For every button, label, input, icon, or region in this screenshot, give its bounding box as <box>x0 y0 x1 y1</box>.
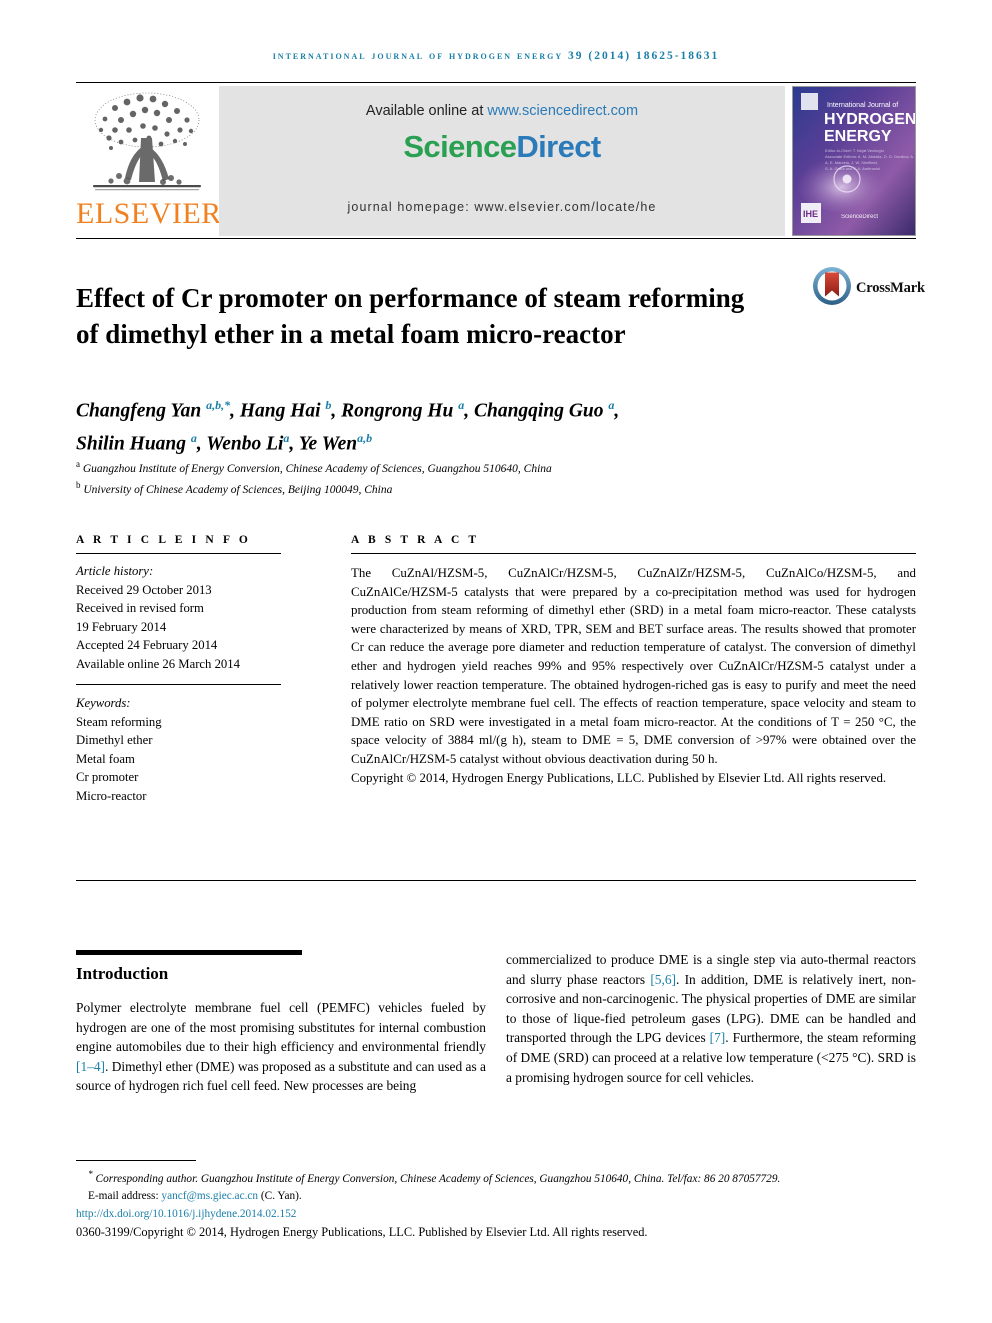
author-line-1: Changfeng Yan a,b,*, Hang Hai b, Rongron… <box>76 398 620 422</box>
introduction-right-column: commercialized to produce DME is a singl… <box>506 950 916 1087</box>
introduction-paragraph-left: Polymer electrolyte membrane fuel cell (… <box>76 1000 486 1094</box>
svg-text:IHE: IHE <box>803 209 818 219</box>
article-history-label: Article history: <box>76 564 154 578</box>
footnote-rule <box>76 1160 196 1161</box>
article-info-heading: A R T I C L E I N F O <box>76 534 251 546</box>
affiliation-a-text: Guangzhou Institute of Energy Conversion… <box>82 462 552 475</box>
journal-article-page: International Journal of Hydrogen Energy… <box>0 0 992 1323</box>
corresponding-author-note: * Corresponding author. Guangzhou Instit… <box>76 1168 921 1187</box>
header-bottom-rule <box>76 238 916 239</box>
issn-copyright-line: 0360-3199/Copyright © 2014, Hydrogen Ene… <box>76 1225 648 1240</box>
journal-header-band: ELSEVIER Available online at www.science… <box>76 84 916 236</box>
elsevier-logo: ELSEVIER <box>76 86 222 236</box>
journal-cover-image: International Journal of HYDROGEN ENERGY… <box>793 87 915 235</box>
elsevier-tree-icon <box>93 92 201 191</box>
article-info-column: A R T I C L E I N F O Article history: R… <box>76 534 281 805</box>
crossmark-label: CrossMark <box>856 280 925 296</box>
list-item: Available online 26 March 2014 <box>76 656 240 671</box>
list-item: Steam reforming <box>76 714 162 729</box>
journal-homepage-text[interactable]: journal homepage: www.elsevier.com/locat… <box>219 200 785 214</box>
cover-sciencedirect-mark: ScienceDirect <box>841 214 878 220</box>
list-item: 19 February 2014 <box>76 619 167 634</box>
corresponding-author-text: Corresponding author. Guangzhou Institut… <box>95 1172 781 1185</box>
keywords-list: Steam reforming Dimethyl ether Metal foam C… <box>76 713 281 806</box>
affiliations: a Guangzhou Institute of Energy Conversi… <box>76 456 816 499</box>
running-head: International Journal of Hydrogen Energy… <box>272 50 720 62</box>
email-line: E-mail address: yancf@ms.giec.ac.cn (C. … <box>76 1189 921 1205</box>
introduction-paragraph-right: commercialized to produce DME is a singl… <box>506 952 916 1085</box>
email-label: E-mail address: <box>88 1190 159 1203</box>
abstract-body: The CuZnAl/HZSM-5, CuZnAlCr/HZSM-5, CuZn… <box>351 566 916 766</box>
abstract-heading: A B S T R A C T <box>351 534 480 546</box>
elsevier-wordmark: ELSEVIER <box>76 197 222 230</box>
affiliation-b-marker: b <box>76 480 81 491</box>
journal-cover-thumbnail: International Journal of HYDROGEN ENERGY… <box>792 86 916 236</box>
sciencedirect-logo[interactable]: ScienceDirect <box>219 129 785 165</box>
doi-link[interactable]: http://dx.doi.org/10.1016/j.ijhydene.201… <box>76 1207 921 1223</box>
affiliation-a: a Guangzhou Institute of Energy Conversi… <box>76 456 816 477</box>
email-owner: (C. Yan). <box>260 1190 302 1203</box>
author-line-2: Shilin Huang a, Wenbo Lia, Ye Wena,b <box>76 430 373 455</box>
list-item: Dimethyl ether <box>76 733 153 747</box>
cover-title-line3: ENERGY <box>824 128 892 145</box>
svg-text:A. E. Marcelo, J. W. Sheffield: A. E. Marcelo, J. W. Sheffield, <box>825 160 878 165</box>
abstract-bottom-rule <box>76 880 916 881</box>
available-online-text: Available online at www.sciencedirect.co… <box>219 86 785 119</box>
affiliation-b: b University of Chinese Academy of Scien… <box>76 477 816 498</box>
available-online-prefix: Available online at <box>365 103 488 119</box>
crossmark-icon <box>813 267 851 305</box>
list-item: Received 29 October 2013 <box>76 582 212 597</box>
section-thick-rule <box>76 950 302 955</box>
cover-title-line2: HYDROGEN <box>824 111 915 128</box>
keywords-label: Keywords: <box>76 696 131 710</box>
article-history-block: Article history: Received 29 October 201… <box>76 554 281 673</box>
abstract-copyright: Copyright © 2014, Hydrogen Energy Public… <box>351 770 887 785</box>
abstract-column: A B S T R A C T The CuZnAl/HZSM-5, CuZnA… <box>351 534 916 787</box>
svg-text:S. A. Grant and F. A. Ambrosin: S. A. Grant and F. A. Ambrosini <box>825 166 880 171</box>
list-item: Cr promoter <box>76 770 139 784</box>
sciencedirect-logo-direct: Direct <box>516 129 601 164</box>
affiliation-a-marker: a <box>76 459 80 469</box>
keywords-block: Keywords: Steam reforming Dimethyl ether M… <box>76 685 281 805</box>
crossmark-badge[interactable]: CrossMark <box>812 266 932 318</box>
sciencedirect-logo-science: Science <box>403 129 517 164</box>
introduction-left-column: Introduction Polymer electrolyte membran… <box>76 950 486 1096</box>
svg-text:Associate Editors: A. M. Abdal: Associate Editors: A. M. Abdalla, D. G. … <box>825 154 915 159</box>
list-item: Accepted 24 February 2014 <box>76 638 218 652</box>
sciencedirect-band: Available online at www.sciencedirect.co… <box>219 86 785 236</box>
list-item: Metal foam <box>76 751 135 766</box>
list-item: Micro-reactor <box>76 788 147 803</box>
cover-ijhe-badge: IHE <box>801 203 821 223</box>
corresponding-marker: * <box>88 1170 93 1180</box>
header-top-rule <box>76 82 916 83</box>
email-link[interactable]: yancf@ms.giec.ac.cn <box>161 1190 258 1202</box>
list-item: Received in revised form <box>76 601 204 615</box>
introduction-heading: Introduction <box>76 964 169 983</box>
sciencedirect-url-link[interactable]: www.sciencedirect.com <box>487 103 638 119</box>
page-title: Effect of Cr promoter on performance of … <box>76 283 745 350</box>
affiliation-b-text: University of Chinese Academy of Science… <box>83 484 393 497</box>
article-history-list: Received 29 October 2013 Received in revi… <box>76 581 281 674</box>
cover-title-line1: International Journal of <box>827 102 898 109</box>
author-list: Changfeng Yan a,b,*, Hang Hai b, Rongron… <box>76 392 796 457</box>
footnote-block: * Corresponding author. Guangzhou Instit… <box>76 1168 921 1241</box>
svg-text:Editor-in-Chief: T. Nejat Vez: Editor-in-Chief: T. Nejat Veziroglu <box>825 148 884 153</box>
